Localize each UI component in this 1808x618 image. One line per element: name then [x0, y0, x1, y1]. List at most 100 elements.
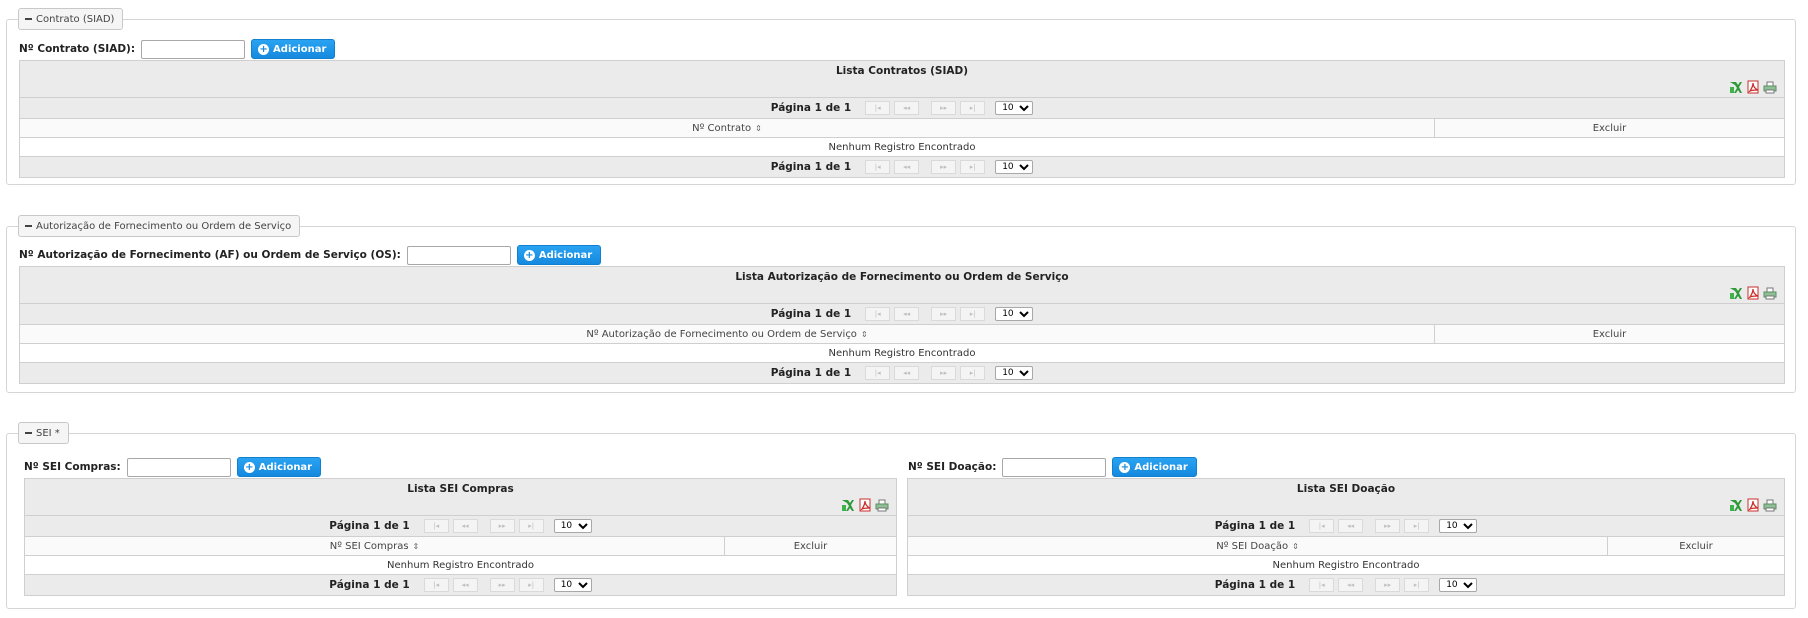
first-page-button[interactable]: |◂ [865, 101, 891, 115]
sei-compras-input[interactable] [126, 457, 231, 477]
add-button-label: Adicionar [273, 43, 327, 55]
rows-per-page-select[interactable]: 10 [995, 101, 1034, 115]
excel-icon[interactable] [1728, 80, 1743, 94]
last-page-button[interactable]: ▸| [960, 101, 986, 115]
plus-icon: + [243, 461, 255, 473]
next-page-button[interactable]: ▸▸ [1375, 519, 1401, 533]
rows-per-page-select[interactable]: 10 [995, 160, 1034, 174]
pdf-icon[interactable] [857, 498, 872, 512]
sort-icon: ⇕ [1292, 541, 1299, 551]
autorizacao-table: Lista Autorização de Fornecimento ou Ord… [19, 266, 1785, 384]
first-page-button[interactable]: |◂ [865, 160, 891, 174]
empty-message: Nenhum Registro Encontrado [828, 347, 976, 359]
contrato-add-button[interactable]: + Adicionar [251, 39, 336, 59]
pager-top: Página 1 de 1 |◂ ◂◂ ▸▸ ▸| 10 [20, 98, 1784, 119]
next-page-button[interactable]: ▸▸ [931, 366, 957, 380]
first-page-button[interactable]: |◂ [865, 307, 891, 321]
next-page-button[interactable]: ▸▸ [931, 307, 957, 321]
last-page-button[interactable]: ▸| [1404, 578, 1430, 592]
next-page-button[interactable]: ▸▸ [489, 519, 515, 533]
autorizacao-add-button[interactable]: + Adicionar [516, 245, 602, 265]
rows-per-page-select[interactable]: 10 [995, 366, 1034, 380]
last-page-button[interactable]: ▸| [518, 519, 544, 533]
pdf-icon[interactable] [1745, 498, 1760, 512]
export-toolbar [1728, 80, 1777, 94]
last-page-button[interactable]: ▸| [960, 160, 986, 174]
plus-icon: + [258, 43, 270, 55]
table-header: Nº Autorização de Fornecimento ou Ordem … [20, 325, 1784, 344]
column-header-autorizacao[interactable]: Nº Autorização de Fornecimento ou Ordem … [20, 325, 1434, 343]
prev-page-button[interactable]: ◂◂ [452, 519, 478, 533]
contrato-input[interactable] [141, 39, 246, 59]
table-header: Nº SEI Doação ⇕ Excluir [908, 537, 1784, 556]
add-button-label: Adicionar [538, 249, 593, 261]
excel-icon[interactable] [1728, 498, 1743, 512]
prev-page-button[interactable]: ◂◂ [894, 307, 920, 321]
print-icon[interactable] [874, 498, 889, 512]
column-header-sei-doacao[interactable]: Nº SEI Doação ⇕ [908, 537, 1607, 555]
sei-legend-toggle[interactable]: SEI * [18, 422, 69, 444]
excel-icon[interactable] [840, 498, 855, 512]
first-page-button[interactable]: |◂ [1309, 578, 1335, 592]
sei-doacao-table: Lista SEI Doação Página 1 de 1 |◂ ◂◂ ▸▸ … [907, 478, 1785, 596]
first-page-button[interactable]: |◂ [1309, 519, 1335, 533]
rows-per-page-select[interactable]: 10 [553, 519, 592, 533]
pdf-icon[interactable] [1745, 286, 1760, 300]
table-caption: Lista SEI Doação [908, 479, 1784, 516]
autorizacao-input[interactable] [406, 245, 511, 265]
table-title: Lista Contratos (SIAD) [835, 65, 969, 77]
legend-label: Autorização de Fornecimento ou Ordem de … [36, 220, 292, 232]
rows-per-page-select[interactable]: 10 [1439, 519, 1478, 533]
collapse-icon [25, 432, 32, 434]
next-page-button[interactable]: ▸▸ [931, 101, 957, 115]
pager-bottom: Página 1 de 1 |◂ ◂◂ ▸▸ ▸| 10 [20, 362, 1784, 383]
next-page-button[interactable]: ▸▸ [1375, 578, 1401, 592]
collapse-icon [25, 225, 32, 227]
pager-bottom: Página 1 de 1 |◂ ◂◂ ▸▸ ▸| 10 [20, 156, 1784, 177]
print-icon[interactable] [1762, 498, 1777, 512]
sort-icon: ⇕ [860, 329, 868, 339]
sei-doacao-add-button[interactable]: + Adicionar [1112, 457, 1197, 477]
empty-message: Nenhum Registro Encontrado [1272, 559, 1420, 571]
prev-page-button[interactable]: ◂◂ [1338, 519, 1364, 533]
next-page-button[interactable]: ▸▸ [489, 578, 515, 592]
prev-page-button[interactable]: ◂◂ [452, 578, 478, 592]
first-page-button[interactable]: |◂ [423, 519, 449, 533]
rows-per-page-select[interactable]: 10 [1439, 578, 1478, 592]
export-toolbar [1728, 498, 1777, 512]
next-page-button[interactable]: ▸▸ [931, 160, 957, 174]
last-page-button[interactable]: ▸| [518, 578, 544, 592]
sei-doacao-input[interactable] [1002, 457, 1107, 477]
export-toolbar [840, 498, 889, 512]
autorizacao-form-row: Nº Autorização de Fornecimento (AF) ou O… [19, 245, 602, 265]
prev-page-button[interactable]: ◂◂ [894, 160, 920, 174]
collapse-icon [25, 18, 32, 20]
pdf-icon[interactable] [1745, 80, 1760, 94]
first-page-button[interactable]: |◂ [865, 366, 891, 380]
sei-compras-add-button[interactable]: + Adicionar [236, 457, 322, 477]
last-page-button[interactable]: ▸| [960, 307, 986, 321]
page-indicator: Página 1 de 1 [329, 579, 410, 591]
sei-doacao-form-row: Nº SEI Doação: + Adicionar [908, 457, 1197, 477]
excel-icon[interactable] [1728, 286, 1743, 300]
column-header-contrato[interactable]: Nº Contrato ⇕ [20, 119, 1434, 137]
table-caption: Lista Contratos (SIAD) [20, 61, 1784, 98]
last-page-button[interactable]: ▸| [960, 366, 986, 380]
pager-bottom: Página 1 de 1 |◂ ◂◂ ▸▸ ▸| 10 [908, 574, 1784, 595]
first-page-button[interactable]: |◂ [423, 578, 449, 592]
column-header-sei-compras[interactable]: Nº SEI Compras ⇕ [25, 537, 724, 555]
rows-per-page-select[interactable]: 10 [995, 307, 1034, 321]
page-indicator: Página 1 de 1 [770, 102, 852, 114]
prev-page-button[interactable]: ◂◂ [894, 366, 920, 380]
last-page-button[interactable]: ▸| [1404, 519, 1430, 533]
autorizacao-field-label: Nº Autorização de Fornecimento (AF) ou O… [19, 249, 401, 261]
prev-page-button[interactable]: ◂◂ [1338, 578, 1364, 592]
print-icon[interactable] [1762, 286, 1777, 300]
rows-per-page-select[interactable]: 10 [553, 578, 592, 592]
autorizacao-legend-toggle[interactable]: Autorização de Fornecimento ou Ordem de … [18, 215, 301, 237]
page-indicator: Página 1 de 1 [770, 367, 852, 379]
print-icon[interactable] [1762, 80, 1777, 94]
contrato-legend-toggle[interactable]: Contrato (SIAD) [18, 8, 124, 30]
prev-page-button[interactable]: ◂◂ [894, 101, 920, 115]
page-indicator: Página 1 de 1 [770, 161, 852, 173]
